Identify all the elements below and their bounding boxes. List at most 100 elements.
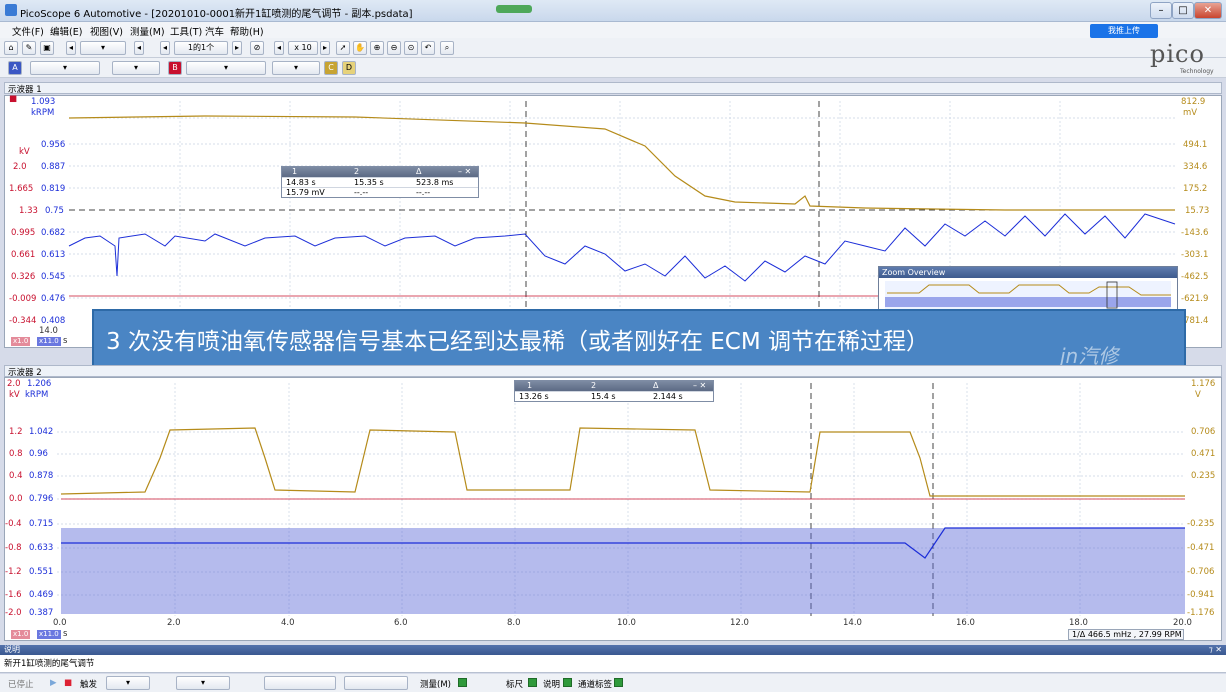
prev-icon[interactable]: ◂ bbox=[66, 41, 76, 55]
run-icon[interactable]: ▶ bbox=[50, 678, 57, 688]
scope2-x-tick: 20.0 bbox=[1173, 618, 1192, 628]
scope2-blue-tick: 0.96 bbox=[29, 449, 48, 459]
zoom-overview-thumb bbox=[885, 281, 1171, 309]
scope2-gold-unit: V bbox=[1195, 390, 1201, 400]
scope2-red-tick: 0.0 bbox=[9, 494, 23, 504]
note-icon[interactable] bbox=[563, 678, 572, 687]
scope1-red-tick: 0.661 bbox=[11, 250, 36, 260]
zoom-fit-icon[interactable]: ⊙ bbox=[404, 41, 418, 55]
ruler-table-2[interactable]: 1 2 Δ – ✕ 13.26 s 15.4 s 2.144 s bbox=[514, 380, 714, 402]
scope1-blue-tick: 0.819 bbox=[41, 184, 66, 194]
scope2-header: 示波器 2 bbox=[4, 365, 1222, 378]
menu-edit[interactable]: 编辑(E) bbox=[50, 24, 82, 38]
stop-icon[interactable]: ■ bbox=[64, 678, 72, 688]
undo-zoom-icon[interactable]: ↶ bbox=[421, 41, 435, 55]
scope1-ch-b-marker: ■ bbox=[9, 94, 18, 104]
channel-b-coupling[interactable]: ▾ bbox=[272, 61, 320, 75]
scope1-red-tick: 0.995 bbox=[11, 228, 36, 238]
zoom-overview-panel[interactable]: Zoom Overview bbox=[878, 266, 1178, 310]
ruler-table-1-row: 14.83 s 15.35 s 523.8 ms bbox=[282, 177, 478, 187]
scope1-red-tick: -0.009 bbox=[9, 294, 37, 304]
capture-select[interactable]: ▾ bbox=[80, 41, 126, 55]
description-text[interactable]: 新开1缸喷测的尾气调节 bbox=[0, 655, 1226, 673]
scope1-blue-tick: 0.75 bbox=[45, 206, 64, 216]
scope2-gold-tick: 0.235 bbox=[1191, 471, 1216, 481]
prev-page-icon[interactable]: ◂ bbox=[134, 41, 144, 55]
ruler-icon[interactable] bbox=[528, 678, 537, 687]
scope1-red-tick: 0.326 bbox=[11, 272, 36, 282]
ruler-table-1-row: 15.79 mV --.-- --.-- bbox=[282, 187, 478, 197]
channel-labels-icon[interactable] bbox=[614, 678, 623, 687]
scope1-red-tick: -0.344 bbox=[9, 316, 37, 326]
zoom-out-icon[interactable]: ⊖ bbox=[387, 41, 401, 55]
title-bar: PicoScope 6 Automotive - [20201010-0001新… bbox=[0, 0, 1226, 22]
pen-icon[interactable]: ✎ bbox=[22, 41, 36, 55]
scope2-gold-tick: 1.176 bbox=[1191, 379, 1216, 389]
channel-b-range[interactable]: ▾ bbox=[186, 61, 266, 75]
scope2-scale-b[interactable]: x1.0 bbox=[11, 630, 31, 639]
scope2-gold-tick: -0.235 bbox=[1187, 519, 1215, 529]
page-back-icon[interactable]: ◂ bbox=[160, 41, 170, 55]
add-measure-icon[interactable] bbox=[458, 678, 467, 687]
channel-c-button[interactable]: C bbox=[324, 61, 338, 75]
menu-tools[interactable]: 工具(T) bbox=[170, 24, 202, 38]
note-button[interactable]: 说明 bbox=[543, 678, 560, 690]
description-close[interactable]: ⁊ ✕ bbox=[1209, 645, 1222, 655]
cloud-upload-button[interactable]: 我推上传 bbox=[1090, 24, 1158, 38]
channel-a-range[interactable]: ▾ bbox=[30, 61, 100, 75]
trigger-mode-select[interactable]: ▾ bbox=[106, 676, 150, 690]
scope1-scale-a[interactable]: x11.0 bbox=[37, 337, 61, 346]
trigger-channel-select[interactable]: ▾ bbox=[176, 676, 230, 690]
scope2-scale-a[interactable]: x11.0 bbox=[37, 630, 61, 639]
scope2-gold-tick: -0.706 bbox=[1187, 567, 1215, 577]
status-bar: 已停止 ▶ ■ 触发 ▾ ▾ 测量(M) 标尺 说明 通道标签 bbox=[0, 674, 1226, 692]
menu-auto[interactable]: 汽车 bbox=[205, 24, 224, 38]
minimize-button[interactable]: – bbox=[1150, 2, 1172, 19]
menu-help[interactable]: 帮助(H) bbox=[230, 24, 264, 38]
scope1-kv-label: kV bbox=[19, 147, 30, 157]
scope1-gold-tick: -621.9 bbox=[1181, 294, 1209, 304]
scope1-blue-tick: 0.476 bbox=[41, 294, 66, 304]
measure-button[interactable]: 测量(M) bbox=[420, 678, 451, 690]
channel-a-coupling[interactable]: ▾ bbox=[112, 61, 160, 75]
zoom-search-icon[interactable]: ⌕ bbox=[440, 41, 454, 55]
trigger-label: 触发 bbox=[80, 680, 98, 690]
menu-measure[interactable]: 测量(M) bbox=[130, 24, 165, 38]
scope1-x-start: 14.0 bbox=[39, 326, 58, 336]
channel-labels-button[interactable]: 通道标签 bbox=[578, 678, 612, 690]
hand-icon[interactable]: ✋ bbox=[353, 41, 367, 55]
home-icon[interactable]: ⌂ bbox=[4, 41, 18, 55]
channel-b-button[interactable]: B bbox=[168, 61, 182, 75]
ruler-table-2-close[interactable]: – ✕ bbox=[693, 381, 706, 390]
zoom-next-icon[interactable]: ▸ bbox=[320, 41, 330, 55]
window-icon[interactable]: ▣ bbox=[40, 41, 54, 55]
close-button[interactable]: ✕ bbox=[1194, 2, 1222, 19]
scope1-gold-tick: 175.2 bbox=[1183, 184, 1208, 194]
next-page-icon[interactable]: ▸ bbox=[232, 41, 242, 55]
scope2-plot[interactable]: 2.0 1.206 kV kRPM 1.2 1.042 0.8 0.96 0.4… bbox=[4, 377, 1222, 641]
menu-view[interactable]: 视图(V) bbox=[90, 24, 123, 38]
ruler-table-1-close[interactable]: – ✕ bbox=[458, 167, 471, 176]
trigger-level[interactable] bbox=[264, 676, 336, 690]
channel-a-button[interactable]: A bbox=[8, 61, 22, 75]
menu-file[interactable]: 文件(F) bbox=[12, 24, 44, 38]
scope2-unit-s: s bbox=[63, 629, 68, 639]
zoom-level[interactable]: x 10 bbox=[288, 41, 318, 55]
pointer-icon[interactable]: ➚ bbox=[336, 41, 350, 55]
scope2-x-tick: 14.0 bbox=[843, 618, 862, 628]
scope2-x-tick: 10.0 bbox=[617, 618, 636, 628]
scope2-kv-label: kV bbox=[9, 390, 20, 400]
app-icon bbox=[5, 4, 17, 16]
scope1-red-tick: 1.33 bbox=[19, 206, 38, 216]
zoom-in-icon[interactable]: ⊕ bbox=[370, 41, 384, 55]
scope1-scale-b[interactable]: x1.0 bbox=[11, 337, 31, 346]
ruler-button[interactable]: 标尺 bbox=[506, 678, 523, 690]
zoom-prev-icon[interactable]: ◂ bbox=[274, 41, 284, 55]
no-icon[interactable]: ⊘ bbox=[250, 41, 264, 55]
maximize-button[interactable]: □ bbox=[1172, 2, 1194, 19]
channel-d-button[interactable]: D bbox=[342, 61, 356, 75]
trigger-position[interactable] bbox=[344, 676, 408, 690]
ruler-table-1[interactable]: 1 2 Δ – ✕ 14.83 s 15.35 s 523.8 ms 15.79… bbox=[281, 166, 479, 198]
scope2-x-tick: 18.0 bbox=[1069, 618, 1088, 628]
scope2-o2-trace bbox=[60, 427, 1185, 497]
